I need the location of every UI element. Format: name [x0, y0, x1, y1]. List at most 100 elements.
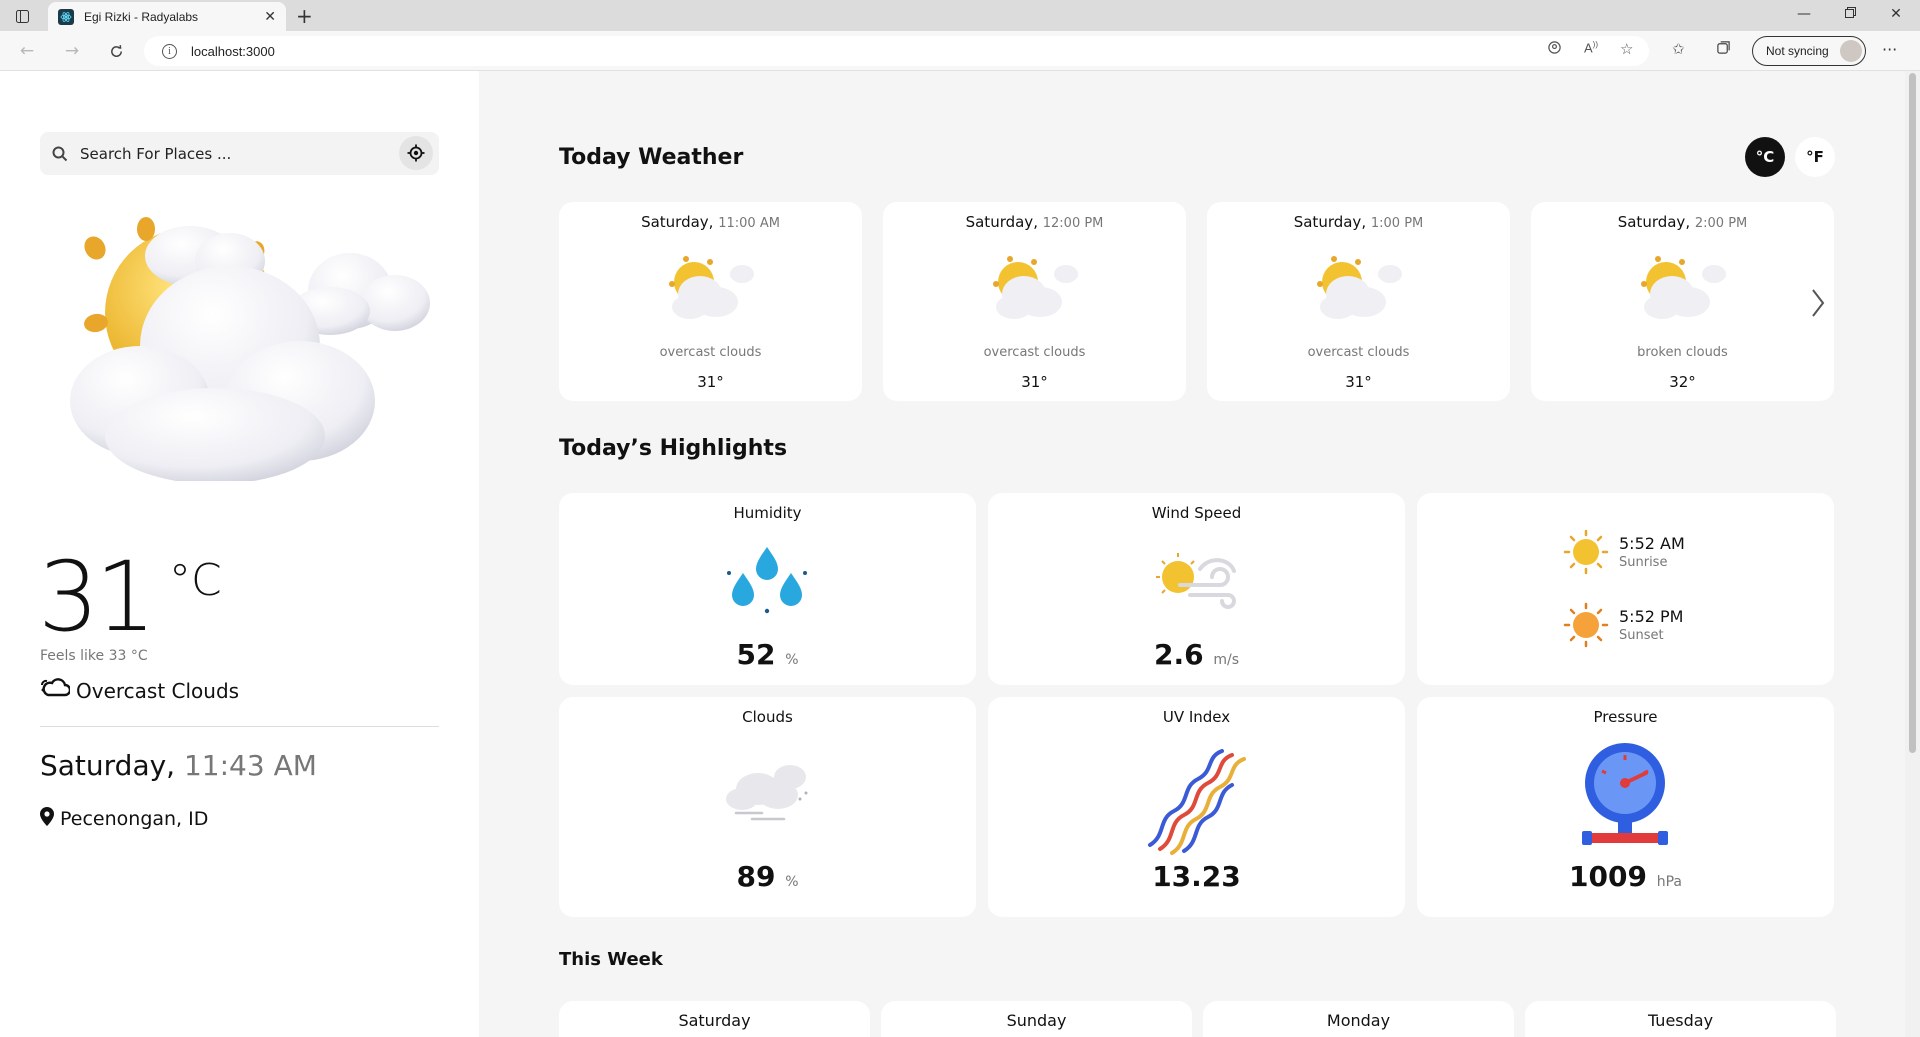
hourly-card-title: Saturday, 1:00 PM [1207, 213, 1510, 231]
carousel-next-arrow-icon[interactable] [1806, 285, 1830, 321]
favorite-star-icon[interactable]: ☆ [1620, 40, 1633, 58]
main-content: Today Weather °C °F Saturday, 11:00 AM o… [479, 71, 1920, 1037]
week-day-label: Monday [1326, 1011, 1391, 1030]
today-weather-title: Today Weather [559, 145, 744, 170]
pressure-gauge-icon [1582, 743, 1668, 845]
water-drops-icon [727, 547, 807, 614]
humidity-unit: % [785, 652, 799, 668]
hourly-card-title: Saturday, 12:00 PM [883, 213, 1186, 231]
tab-actions-icon[interactable] [12, 6, 32, 26]
collections-icon[interactable] [1716, 40, 1731, 59]
highlights-title: Today’s Highlights [559, 436, 788, 461]
hourly-description: broken clouds [1637, 345, 1728, 360]
forward-icon[interactable]: → [61, 40, 83, 62]
current-location-button[interactable] [399, 136, 433, 170]
hourly-card: Saturday, 12:00 PM overcast clouds 31° [883, 202, 1186, 401]
sync-label: Not syncing [1766, 44, 1829, 58]
search-icon [50, 144, 70, 164]
current-condition: Overcast Clouds [40, 677, 239, 704]
clouds-unit: % [785, 874, 799, 890]
new-tab-icon[interactable]: + [296, 4, 313, 28]
pressure-title: Pressure [1593, 708, 1658, 726]
feels-like-text: Feels like 33 °C [40, 648, 148, 664]
sun-behind-clouds-icon [1641, 256, 1726, 319]
minimize-icon[interactable]: — [1794, 6, 1814, 22]
hourly-description: overcast clouds [1307, 345, 1410, 360]
tab-close-icon[interactable]: ✕ [264, 9, 276, 25]
current-day: Saturday, [40, 749, 176, 782]
hourly-time: 2:00 PM [1694, 216, 1748, 231]
celsius-button[interactable]: °C [1745, 137, 1785, 177]
restore-icon[interactable] [1840, 6, 1860, 22]
wind-speed-unit: m/s [1213, 652, 1239, 668]
weather-app: 31 °C Feels like 33 °C Overcast Clouds S… [0, 71, 1920, 1037]
profile-avatar [1840, 40, 1862, 62]
cloud-icon [40, 677, 72, 704]
hourly-temperature: 31° [697, 373, 724, 391]
clouds-value-row: 89 % [559, 860, 976, 893]
condition-text: Overcast Clouds [76, 678, 240, 703]
hourly-time: 1:00 PM [1370, 216, 1424, 231]
humidity-card: Humidity 52 % [559, 493, 976, 685]
crosshair-icon [407, 144, 425, 162]
read-aloud-icon[interactable]: A)) [1584, 40, 1598, 55]
hourly-card: Saturday, 1:00 PM overcast clouds 31° [1207, 202, 1510, 401]
close-window-icon[interactable]: ✕ [1886, 6, 1906, 22]
scrollbar-thumb[interactable] [1909, 73, 1916, 753]
uv-index-value: 13.23 [1152, 860, 1241, 893]
this-week-title: This Week [559, 949, 663, 970]
week-day-card[interactable]: Monday [1203, 1001, 1514, 1037]
wind-speed-card: Wind Speed 2.6 m/s [988, 493, 1405, 685]
back-icon[interactable]: ← [16, 40, 38, 62]
search-input[interactable] [80, 144, 380, 163]
sun-wind-icon [1156, 553, 1236, 609]
refresh-icon[interactable] [105, 40, 127, 62]
current-temperature: 31 °C [38, 549, 222, 645]
humidity-value-row: 52 % [559, 638, 976, 671]
hourly-card: Saturday, 11:00 AM overcast clouds 31° [559, 202, 862, 401]
hourly-temperature: 31° [1345, 373, 1372, 391]
pressure-card: Pressure 1009 hPa [1417, 697, 1834, 917]
sunset-time: 5:52 PM [1619, 607, 1684, 626]
search-box [40, 132, 439, 175]
hourly-description: overcast clouds [659, 345, 762, 360]
sunrise-icon [1563, 529, 1609, 575]
hourly-temperature: 32° [1669, 373, 1696, 391]
fahrenheit-button[interactable]: °F [1795, 137, 1835, 177]
hourly-day: Saturday, [641, 213, 714, 231]
week-day-label: Sunday [1006, 1011, 1067, 1030]
sunrise-row: 5:52 AM Sunrise [1563, 529, 1685, 575]
week-day-card[interactable]: Tuesday [1525, 1001, 1836, 1037]
pressure-unit: hPa [1656, 874, 1682, 890]
tab-title: Egi Rizki - Radyalabs [84, 9, 199, 24]
hourly-time: 12:00 PM [1042, 216, 1104, 231]
week-day-card[interactable]: Sunday [881, 1001, 1192, 1037]
temperature-unit: °C [169, 555, 222, 606]
sunset-label: Sunset [1619, 628, 1664, 643]
site-info-icon[interactable]: i [162, 43, 177, 59]
week-day-card[interactable]: Saturday [559, 1001, 870, 1037]
wind-speed-value: 2.6 [1153, 638, 1204, 671]
location-name: Pecenongan, ID [60, 808, 209, 830]
uv-index-card: UV Index 13.23 [988, 697, 1405, 917]
wind-speed-value-row: 2.6 m/s [988, 638, 1405, 671]
divider [40, 726, 439, 727]
humidity-value: 52 [736, 638, 776, 671]
sunset-icon [1563, 602, 1609, 648]
sun-behind-clouds-icon [993, 256, 1078, 319]
profile-sync-button[interactable]: Not syncing [1752, 36, 1866, 66]
browser-tab[interactable]: Egi Rizki - Radyalabs ✕ [48, 2, 286, 31]
sunrise-sunset-card: 5:52 AM Sunrise 5:52 PM Sunset [1417, 493, 1834, 685]
hourly-day: Saturday, [965, 213, 1038, 231]
url-text: localhost:3000 [191, 43, 275, 59]
hourly-card-title: Saturday, 2:00 PM [1531, 213, 1834, 231]
address-bar[interactable]: i localhost:3000 [144, 36, 1649, 66]
location-permission-icon[interactable] [1547, 40, 1562, 59]
clouds-value: 89 [736, 860, 776, 893]
more-options-icon[interactable]: ··· [1882, 40, 1897, 59]
sidebar: 31 °C Feels like 33 °C Overcast Clouds S… [0, 71, 479, 1037]
temperature-value: 31 [38, 541, 156, 653]
page-scrollbar[interactable] [1905, 71, 1920, 1037]
sun-behind-clouds-icon [669, 256, 754, 319]
favorites-icon[interactable]: ✩ [1672, 40, 1685, 58]
